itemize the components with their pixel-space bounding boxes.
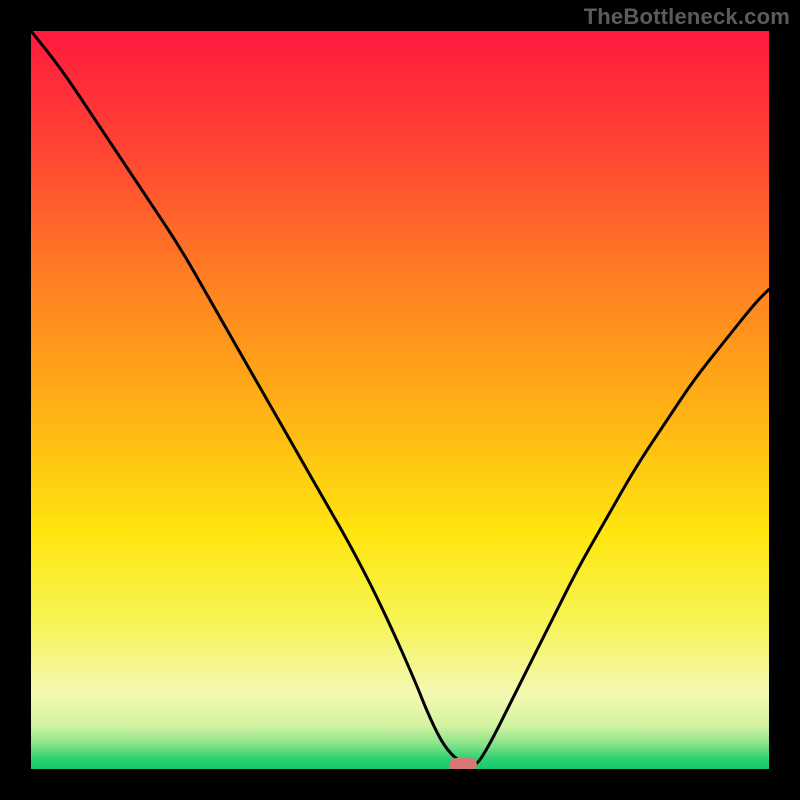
chart-frame: TheBottleneck.com [0,0,800,800]
chart-svg [31,31,769,769]
watermark-text: TheBottleneck.com [584,4,790,30]
gradient-background [31,31,769,769]
optimal-marker [449,758,477,769]
plot-area [31,31,769,769]
